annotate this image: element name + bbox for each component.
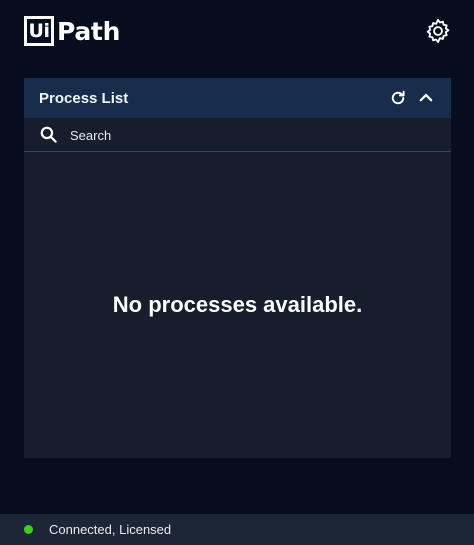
settings-button[interactable] xyxy=(424,17,452,45)
empty-state-message: No processes available. xyxy=(112,292,363,317)
refresh-icon xyxy=(391,90,405,105)
chevron-up-icon xyxy=(419,93,433,102)
search-icon xyxy=(40,126,57,143)
status-text: Connected, Licensed xyxy=(49,522,172,537)
refresh-button[interactable] xyxy=(389,89,407,107)
logo-text: Path xyxy=(57,16,121,46)
app-header: Ui Path xyxy=(0,0,474,62)
collapse-button[interactable] xyxy=(417,89,435,107)
logo-box: Ui xyxy=(24,16,54,46)
gear-icon xyxy=(426,18,450,44)
search-input[interactable] xyxy=(70,124,430,146)
status-bar: Connected, Licensed xyxy=(0,514,474,545)
panel-header: Process List xyxy=(24,78,451,118)
process-list-panel: Process List No processes available. xyxy=(24,78,451,458)
panel-title: Process List xyxy=(39,89,129,107)
search-row xyxy=(24,118,451,152)
status-indicator xyxy=(24,525,33,534)
uipath-logo: Ui Path xyxy=(24,14,120,48)
